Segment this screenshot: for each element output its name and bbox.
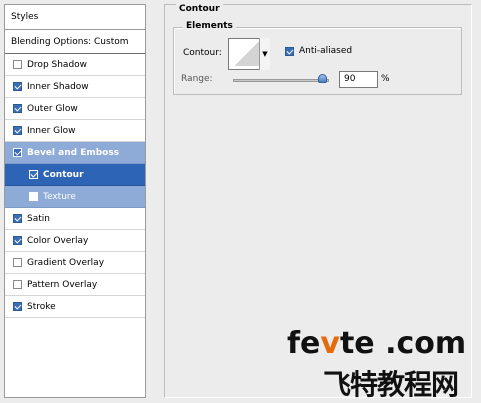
checkbox-gradient-overlay[interactable] xyxy=(13,258,22,267)
checkbox-color-overlay[interactable] xyxy=(13,236,22,245)
range-slider-thumb[interactable] xyxy=(318,74,327,83)
styles-list-panel: Styles Blending Options: Custom Drop Sha… xyxy=(4,4,146,398)
contour-curve-preview xyxy=(232,42,261,66)
watermark-line2: 飞特教程网 xyxy=(323,368,459,401)
style-item-color-overlay[interactable]: Color Overlay xyxy=(5,230,145,252)
style-item-pattern-overlay[interactable]: Pattern Overlay xyxy=(5,274,145,296)
checkbox-outer-glow[interactable] xyxy=(13,104,22,113)
blending-options-label: Blending Options: Custom xyxy=(11,36,129,47)
watermark-accent-letter: v xyxy=(320,326,340,361)
style-item-label: Color Overlay xyxy=(27,235,89,246)
checkbox-inner-glow[interactable] xyxy=(13,126,22,135)
style-item-label: Pattern Overlay xyxy=(27,279,98,290)
contour-label: Contour: xyxy=(183,48,222,58)
checkbox-bevel-and-emboss[interactable] xyxy=(13,148,22,157)
style-item-label: Stroke xyxy=(27,301,56,312)
checkbox-contour[interactable] xyxy=(29,170,38,179)
range-label: Range: xyxy=(181,74,213,84)
blending-options-item[interactable]: Blending Options: Custom xyxy=(5,30,145,54)
checkbox-stroke[interactable] xyxy=(13,302,22,311)
anti-aliased-label: Anti-aliased xyxy=(299,46,353,56)
checkbox-satin[interactable] xyxy=(13,214,22,223)
style-item-gradient-overlay[interactable]: Gradient Overlay xyxy=(5,252,145,274)
style-item-label: Gradient Overlay xyxy=(27,257,105,268)
style-item-label: Drop Shadow xyxy=(27,59,88,70)
style-item-label: Outer Glow xyxy=(27,103,78,114)
anti-aliased-checkbox[interactable] xyxy=(285,47,294,56)
style-item-label: Bevel and Emboss xyxy=(27,147,120,158)
checkbox-pattern-overlay[interactable] xyxy=(13,280,22,289)
style-item-label: Satin xyxy=(27,213,50,224)
style-item-inner-glow[interactable]: Inner Glow xyxy=(5,120,145,142)
style-item-label: Inner Glow xyxy=(27,125,76,136)
style-item-inner-shadow[interactable]: Inner Shadow xyxy=(5,76,145,98)
checkbox-inner-shadow[interactable] xyxy=(13,82,22,91)
style-item-drop-shadow[interactable]: Drop Shadow xyxy=(5,54,145,76)
checkbox-texture[interactable] xyxy=(29,192,38,201)
group-title: Elements xyxy=(183,21,236,31)
watermark-line1: fevte .com xyxy=(287,326,466,361)
style-item-contour[interactable]: Contour xyxy=(5,164,145,186)
range-unit: % xyxy=(381,74,390,84)
style-item-bevel-and-emboss[interactable]: Bevel and Emboss xyxy=(5,142,145,164)
watermark-logo: fevte .com 飞特教程网 xyxy=(287,326,467,401)
style-item-texture[interactable]: Texture xyxy=(5,186,145,208)
watermark-post: te .com xyxy=(339,326,467,361)
elements-group xyxy=(173,27,462,95)
styles-label: Styles xyxy=(11,12,39,22)
style-item-satin[interactable]: Satin xyxy=(5,208,145,230)
watermark-pre: fe xyxy=(287,326,321,361)
style-item-label: Contour xyxy=(43,169,84,180)
style-item-stroke[interactable]: Stroke xyxy=(5,296,145,318)
range-slider-track[interactable] xyxy=(233,79,329,82)
style-item-label: Texture xyxy=(43,191,76,202)
checkbox-drop-shadow[interactable] xyxy=(13,60,22,69)
style-item-label: Inner Shadow xyxy=(27,81,89,92)
chevron-down-icon[interactable]: ▼ xyxy=(259,38,270,70)
section-title: Contour xyxy=(176,4,223,14)
style-item-outer-glow[interactable]: Outer Glow xyxy=(5,98,145,120)
styles-header[interactable]: Styles xyxy=(5,5,145,30)
range-input[interactable]: 90 xyxy=(339,71,378,88)
